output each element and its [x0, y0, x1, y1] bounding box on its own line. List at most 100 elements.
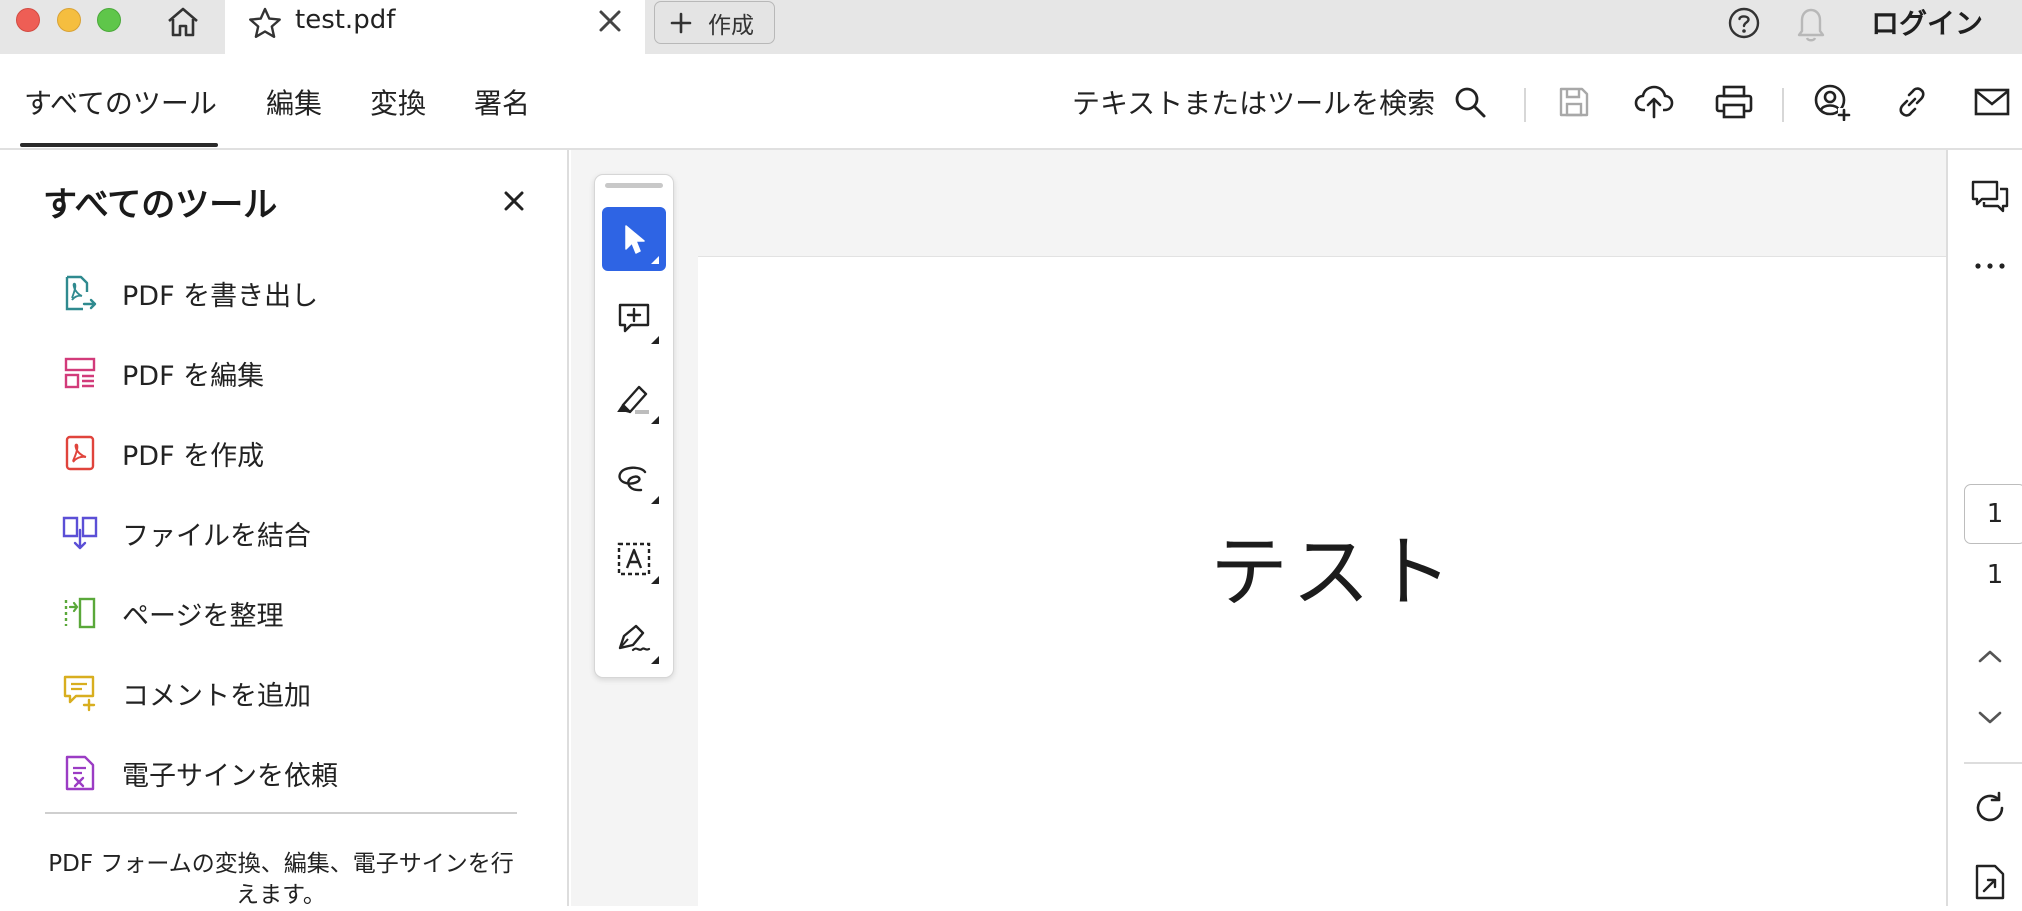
- combine-files-icon: [60, 513, 100, 553]
- tool-add-comment[interactable]: コメントを追加: [60, 663, 540, 723]
- panel-title: すべてのツール: [43, 185, 278, 225]
- panel-close-icon[interactable]: [503, 190, 525, 212]
- tab-sign[interactable]: 署名: [474, 82, 530, 122]
- tool-create-pdf[interactable]: PDF を作成: [60, 423, 540, 483]
- text-box-icon: [617, 542, 651, 576]
- tool-label: ページを整理: [122, 600, 284, 632]
- comments-icon: [1971, 180, 2009, 213]
- chevron-down-icon: [1978, 711, 2002, 724]
- search-button[interactable]: [1450, 82, 1490, 122]
- submenu-indicator: [651, 656, 659, 664]
- window-zoom-button[interactable]: [97, 8, 121, 32]
- window-minimize-button[interactable]: [57, 8, 81, 32]
- more-horizontal-icon: [1975, 263, 2005, 269]
- tool-label: PDF を編集: [122, 360, 265, 392]
- add-user-icon: [1814, 84, 1851, 121]
- add-comment-tool-button[interactable]: [602, 287, 666, 351]
- drag-handle[interactable]: [605, 183, 663, 188]
- tool-label: ファイルを結合: [122, 520, 311, 552]
- total-pages: 1: [1986, 560, 2004, 590]
- upload-button[interactable]: [1634, 82, 1674, 122]
- print-button[interactable]: [1714, 82, 1754, 122]
- tool-label: 電子サインを依頼: [122, 760, 338, 792]
- search-icon: [1455, 87, 1486, 118]
- select-tool-button[interactable]: [602, 207, 666, 271]
- cloud-upload-icon: [1634, 85, 1674, 119]
- next-page-button[interactable]: [1970, 698, 2010, 738]
- right-rail: 1 1: [1946, 150, 2022, 906]
- help-icon[interactable]: [1727, 6, 1761, 40]
- current-page-input[interactable]: 1: [1964, 484, 2022, 544]
- active-tab-indicator: [20, 143, 218, 147]
- quick-tools-bar: [594, 174, 674, 678]
- home-button[interactable]: [162, 4, 204, 40]
- tool-combine-files[interactable]: ファイルを結合: [60, 503, 540, 563]
- link-icon: [1899, 87, 1925, 117]
- bell-icon[interactable]: [1794, 4, 1828, 42]
- freehand-icon: [618, 466, 647, 492]
- text-box-tool-button[interactable]: [602, 527, 666, 591]
- fit-page-button[interactable]: [1970, 862, 2010, 902]
- panel-description: PDF フォームの変換、編集、電子サインを行えます。: [48, 851, 514, 908]
- rail-separator: [1964, 762, 2022, 764]
- draw-tool-button[interactable]: [602, 447, 666, 511]
- cursor-icon: [625, 225, 645, 254]
- mail-icon: [1974, 88, 2010, 116]
- more-options-button[interactable]: [1970, 246, 2010, 286]
- create-tab-label: 作成: [708, 12, 754, 39]
- toolbar-separator: [1524, 88, 1526, 122]
- title-bar: test.pdf 作成 ログイン: [0, 0, 2022, 54]
- tool-label: PDF を書き出し: [122, 280, 319, 312]
- tool-request-esign[interactable]: 電子サインを依頼: [60, 743, 540, 803]
- page-text: テスト: [1210, 528, 1457, 618]
- comment-plus-icon: [618, 303, 650, 333]
- rotate-icon: [1976, 791, 2004, 822]
- panel-divider: [45, 812, 517, 814]
- submenu-indicator: [651, 416, 659, 424]
- submenu-indicator: [651, 256, 659, 264]
- chevron-up-icon: [1978, 650, 2002, 663]
- rotate-button[interactable]: [1970, 788, 2010, 828]
- tab-edit[interactable]: 編集: [266, 82, 322, 122]
- submenu-indicator: [651, 336, 659, 344]
- document-zoom-icon: [1975, 864, 2005, 900]
- home-icon: [168, 7, 198, 37]
- main-toolbar: すべてのツール 編集 変換 署名 テキストまたはツールを検索: [0, 54, 2022, 150]
- tool-edit-pdf[interactable]: PDF を編集: [60, 343, 540, 403]
- tool-organize-pages[interactable]: ページを整理: [60, 583, 540, 643]
- printer-icon: [1715, 85, 1753, 119]
- star-icon[interactable]: [247, 6, 283, 42]
- document-tab[interactable]: test.pdf: [225, 0, 645, 54]
- login-link[interactable]: ログイン: [1871, 2, 1983, 42]
- sign-tool-button[interactable]: [602, 607, 666, 671]
- create-tab-button[interactable]: 作成: [654, 1, 775, 44]
- highlight-tool-button[interactable]: [602, 367, 666, 431]
- save-button[interactable]: [1554, 82, 1594, 122]
- previous-page-button[interactable]: [1970, 636, 2010, 676]
- tool-label: コメントを追加: [122, 680, 311, 712]
- add-comment-icon: [60, 673, 100, 713]
- pen-sign-icon: [618, 624, 651, 652]
- plus-icon: [670, 12, 692, 33]
- tab-convert[interactable]: 変換: [370, 82, 426, 122]
- edit-pdf-icon: [60, 353, 100, 393]
- search-label[interactable]: テキストまたはツールを検索: [1072, 82, 1435, 122]
- tool-export-pdf[interactable]: PDF を書き出し: [60, 263, 540, 323]
- tab-all-tools[interactable]: すべてのツール: [24, 82, 217, 122]
- window-close-button[interactable]: [16, 8, 40, 32]
- create-pdf-icon: [60, 433, 100, 473]
- submenu-indicator: [651, 576, 659, 584]
- submenu-indicator: [651, 496, 659, 504]
- export-pdf-icon: [60, 273, 100, 313]
- save-icon: [1559, 87, 1589, 117]
- email-button[interactable]: [1972, 82, 2012, 122]
- request-esign-icon: [60, 753, 100, 793]
- tool-label: PDF を作成: [122, 440, 265, 472]
- comments-panel-button[interactable]: [1970, 178, 2010, 218]
- tab-close-icon[interactable]: [597, 8, 623, 34]
- highlighter-icon: [617, 385, 649, 414]
- share-user-button[interactable]: [1812, 82, 1852, 122]
- toolbar-separator: [1782, 88, 1784, 122]
- all-tools-panel: すべてのツール PDF を書き出し PDF を編集 PDF を作成 ファイルを結…: [0, 150, 569, 908]
- copy-link-button[interactable]: [1892, 82, 1932, 122]
